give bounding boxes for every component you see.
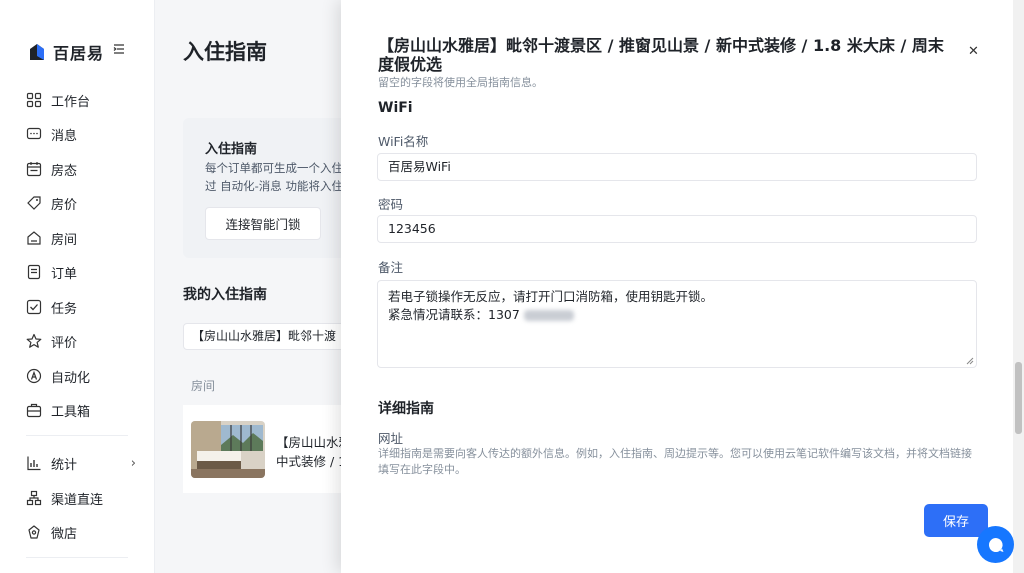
sidebar: 百居易 工作台 消息 房态 房价 房间 订单 任务 评价 自动化 工具箱 统计 … [0,0,155,573]
scrollbar-thumb[interactable] [1015,362,1022,434]
detail-guide-heading: 详细指南 [378,401,434,417]
sidebar-item-toolbox[interactable]: 工具箱 [26,398,136,422]
chevron-right-icon: › [130,456,136,471]
sidebar-divider [26,557,128,558]
card-heading: 入住指南 [205,142,258,157]
home-icon [27,231,41,245]
sidebar-item-label: 房间 [51,232,78,248]
sidebar-item-label: 渠道直连 [51,492,104,508]
sidebar-item-messages[interactable]: 消息 [26,122,136,146]
room-name-line-2: 中式装修 / 1 [276,454,347,469]
card-text-line-1: 每个订单都可生成一个入住 [205,161,343,175]
sidebar-item-label: 评价 [51,335,78,351]
sidebar-item-label: 工作台 [51,94,91,110]
wifi-section-heading: WiFi [378,100,413,116]
redacted-phone [523,310,574,321]
scrollbar-track[interactable] [1013,0,1024,573]
sidebar-item-room-price[interactable]: 房价 [26,191,136,215]
sidebar-item-automation[interactable]: 自动化 [26,364,136,388]
room-thumbnail [191,421,265,478]
note-line-1: 若电子锁操作无反应，请打开门口消防箱，使用钥匙开锁。 [388,289,714,304]
shop-icon [28,525,40,539]
message-icon [26,127,42,140]
sidebar-item-reviews[interactable]: 评价 [26,329,136,353]
brand-logo[interactable]: 百居易 [27,40,104,64]
calendar-icon [26,162,42,177]
connect-smart-lock-button[interactable]: 连接智能门锁 [205,207,321,240]
order-icon [27,264,41,280]
brand-name: 百居易 [53,44,105,63]
sidebar-item-label: 统计 [51,457,78,473]
wifi-name-input[interactable]: 百居易WiFi [377,153,977,181]
sidebar-item-label: 微店 [51,526,78,542]
drawer-hint: 留空的字段将使用全局指南信息。 [378,76,543,89]
close-icon[interactable]: ✕ [968,44,979,59]
sidebar-item-statistics[interactable]: 统计 › [26,451,136,475]
sidebar-item-label: 房价 [51,197,78,213]
star-icon [26,333,42,348]
drawer-title: 【房山山水雅居】毗邻十渡景区 / 推窗见山景 / 新中式装修 / 1.8 米大床… [378,36,944,74]
sidebar-item-dashboard[interactable]: 工作台 [26,88,136,112]
sidebar-divider [26,435,128,436]
sidebar-item-label: 任务 [51,301,78,317]
sidebar-item-tasks[interactable]: 任务 [26,295,136,319]
edit-guide-drawer: 【房山山水雅居】毗邻十渡景区 / 推窗见山景 / 新中式装修 / 1.8 米大床… [341,0,1024,573]
my-guides-heading: 我的入住指南 [183,287,267,303]
table-row[interactable]: 【房山山水雅 中式装修 / 1 [183,405,363,493]
resize-handle-icon[interactable] [966,357,974,365]
save-button[interactable]: 保存 [924,504,988,537]
note-textarea[interactable]: 若电子锁操作无反应，请打开门口消防箱，使用钥匙开锁。 紧急情况请联系：1307 [377,280,977,368]
sidebar-item-orders[interactable]: 订单 [26,260,136,284]
sidebar-item-shop[interactable]: 微店 [26,520,136,544]
sidebar-item-label: 消息 [51,128,78,144]
url-label: 网址 [378,431,404,446]
dashboard-icon [26,92,42,108]
chat-support-button[interactable] [977,526,1014,563]
collapse-menu-icon[interactable] [113,43,125,55]
sidebar-item-label: 工具箱 [51,404,91,420]
column-header-room: 房间 [191,379,216,393]
channel-icon [26,490,42,506]
sidebar-item-label: 订单 [51,266,78,282]
password-label: 密码 [378,197,404,212]
page-title: 入住指南 [183,40,267,64]
card-text-line-2: 过 自动化-消息 功能将入住 [205,179,343,193]
price-tag-icon [27,196,41,210]
logo-icon [30,44,44,60]
automation-icon [26,368,42,384]
stats-icon [27,456,41,471]
sidebar-item-label: 自动化 [51,370,91,386]
sidebar-item-channels[interactable]: 渠道直连 [26,486,136,510]
toolbox-icon [26,403,42,418]
sidebar-item-room-status[interactable]: 房态 [26,157,136,181]
sidebar-item-label: 房态 [51,163,78,179]
note-label: 备注 [378,260,404,275]
password-input[interactable]: 123456 [377,215,977,243]
wifi-name-label: WiFi名称 [378,134,429,149]
room-name-line-1: 【房山山水雅 [276,435,352,450]
url-description: 详细指南是需要向客人传达的额外信息。例如，入住指南、周边提示等。您可以使用云笔记… [378,447,972,476]
sidebar-item-rooms[interactable]: 房间 [26,226,136,250]
task-icon [26,299,42,315]
chat-bubble-icon [988,537,1003,552]
note-line-2: 紧急情况请联系：1307 [388,307,520,322]
